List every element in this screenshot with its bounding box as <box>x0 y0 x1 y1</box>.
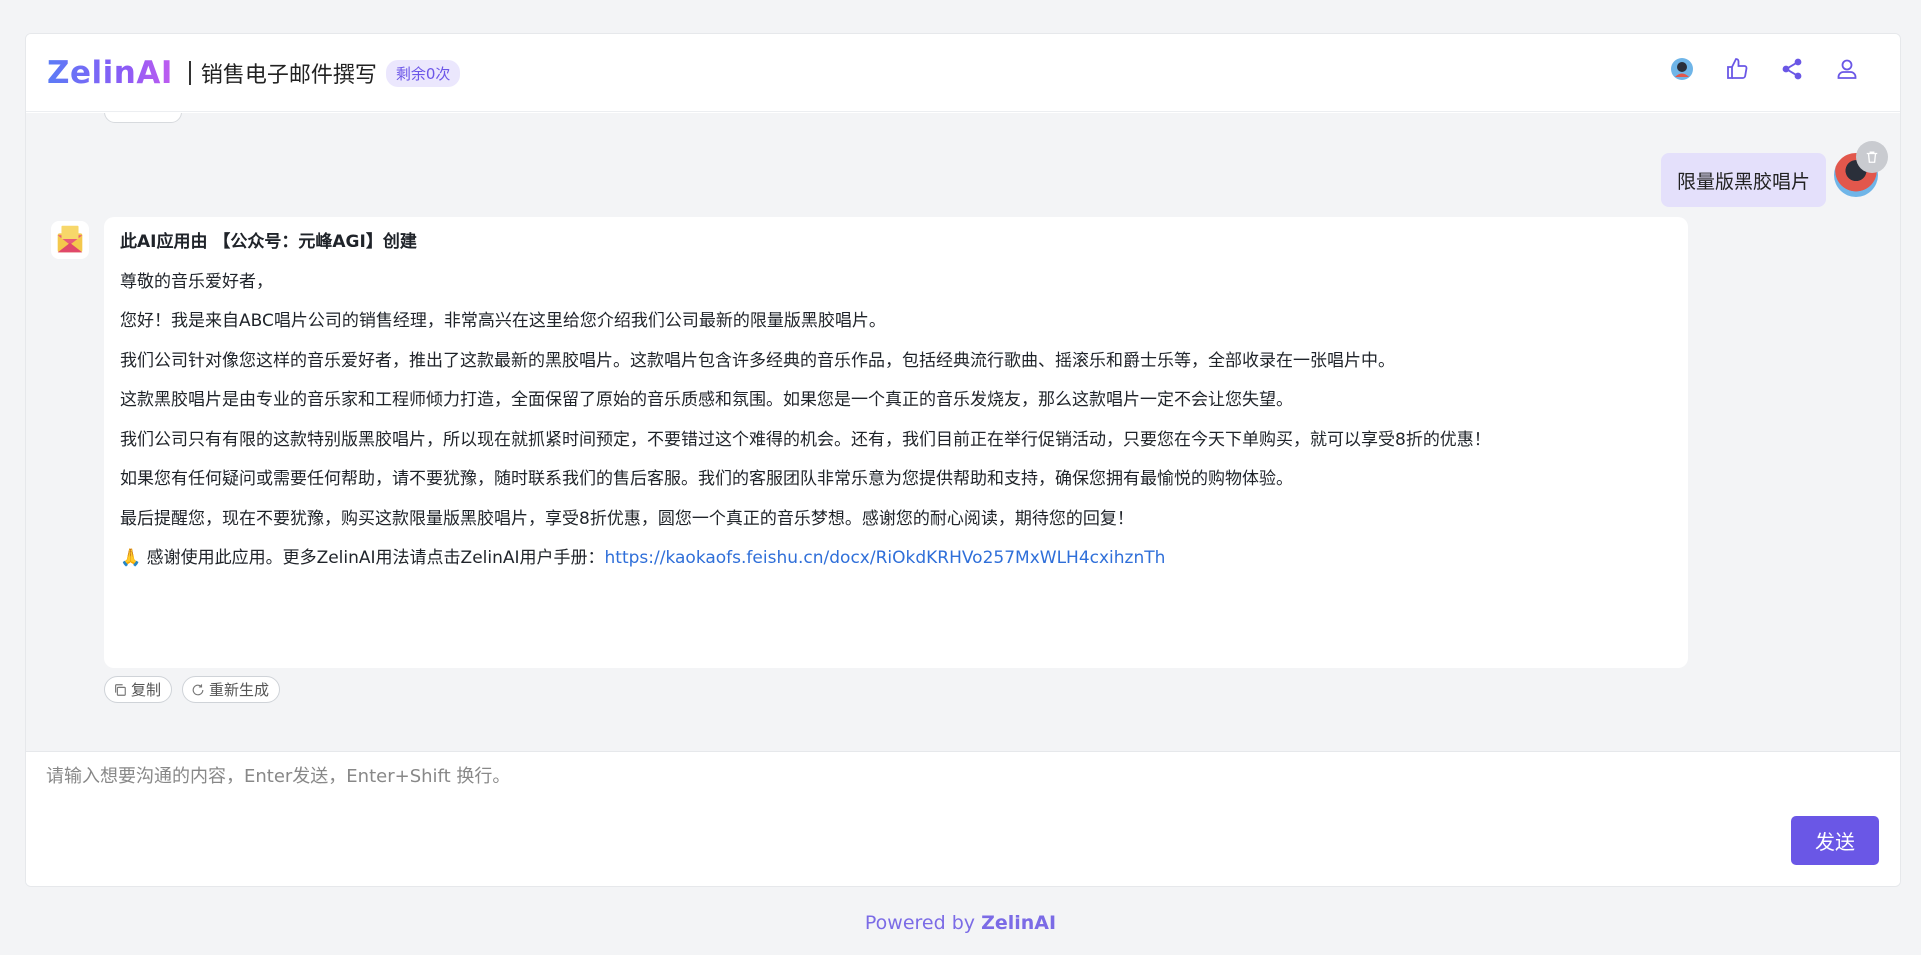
message-actions: 复制 重新生成 <box>104 676 281 703</box>
bot-message-footer: 🙏 感谢使用此应用。更多ZelinAI用法请点击ZelinAI用户手册：http… <box>120 547 1672 569</box>
footer-brand[interactable]: ZelinAI <box>981 912 1056 934</box>
quota-badge: 剩余0次 <box>385 60 461 87</box>
share-button[interactable] <box>1779 56 1805 82</box>
user-profile-button[interactable] <box>1834 56 1860 82</box>
bot-message-paragraph: 这款黑胶唱片是由专业的音乐家和工程师倾力打造，全面保留了原始的音乐质感和氛围。如… <box>120 390 1293 410</box>
app-title: 销售电子邮件撰写 <box>200 62 377 88</box>
app-header: ZelinAI 销售电子邮件撰写 剩余0次 <box>26 34 1900 112</box>
bot-message-paragraph: 我们公司只有有限的这款特别版黑胶唱片，所以现在就抓紧时间预定，不要错过这个难得的… <box>120 429 1491 450</box>
bot-message-paragraph: 您好！我是来自ABC唱片公司的销售经理，非常高兴在这里给您介绍我们公司最新的限量… <box>120 311 886 331</box>
copy-icon <box>115 683 126 696</box>
regenerate-label: 重新生成 <box>209 681 270 699</box>
copy-button[interactable]: 复制 <box>104 676 173 703</box>
input-area: 发送 <box>26 751 1900 886</box>
avatar-icon <box>1671 58 1693 80</box>
bot-avatar <box>51 221 89 259</box>
regenerate-button[interactable]: 重新生成 <box>182 676 281 703</box>
chat-area[interactable]: 限量版黑胶唱片 此AI应用由 【公众号：元峰AGI】创建 尊敬的音乐爱好者， 您… <box>26 113 1900 751</box>
manual-link[interactable]: https://kaokaofs.feishu.cn/docx/RiOkdKRH… <box>605 548 1166 568</box>
user-message-bubble: 限量版黑胶唱片 <box>1660 153 1826 207</box>
copy-label: 复制 <box>131 681 162 699</box>
bot-message-bubble: 此AI应用由 【公众号：元峰AGI】创建 尊敬的音乐爱好者， 您好！我是来自AB… <box>104 217 1688 668</box>
header-divider <box>188 60 191 85</box>
send-button[interactable]: 发送 <box>1791 816 1879 865</box>
trash-icon <box>1866 151 1878 163</box>
message-input[interactable] <box>46 762 1806 842</box>
zelinai-logo[interactable]: ZelinAI <box>47 55 173 91</box>
footer-text: 感谢使用此应用。更多ZelinAI用法请点击ZelinAI用户手册： <box>146 548 605 568</box>
header-actions <box>1669 56 1860 82</box>
like-button[interactable] <box>1724 56 1750 82</box>
bot-message-paragraph: 最后提醒您，现在不要犹豫，购买这款限量版黑胶唱片，享受8折优惠，圆您一个真正的音… <box>120 508 1134 529</box>
header-avatar[interactable] <box>1669 56 1695 82</box>
mail-icon <box>57 225 83 253</box>
powered-by-text: Powered by <box>864 912 982 934</box>
bot-message-paragraph: 尊敬的音乐爱好者， <box>120 271 273 292</box>
user-message-row: 限量版黑胶唱片 <box>1500 141 1900 207</box>
powered-by-footer: Powered by ZelinAI <box>0 912 1921 934</box>
share-icon <box>1782 58 1802 80</box>
bot-message-header: 此AI应用由 【公众号：元峰AGI】创建 <box>120 232 417 252</box>
bot-message-paragraph: 我们公司针对像您这样的音乐爱好者，推出了这款最新的黑胶唱片。这款唱片包含许多经典… <box>120 350 1395 371</box>
refresh-icon <box>192 683 204 695</box>
previous-message-action[interactable] <box>104 113 182 123</box>
delete-message-button[interactable] <box>1856 141 1888 173</box>
user-icon <box>1837 59 1857 79</box>
main-card: ZelinAI 销售电子邮件撰写 剩余0次 限量版黑胶唱片 此AI应用由 【公众… <box>25 33 1901 887</box>
praying-hands-icon: 🙏 <box>120 548 142 568</box>
thumbs-up-icon <box>1727 58 1748 79</box>
bot-message-paragraph: 如果您有任何疑问或需要任何帮助，请不要犹豫，随时联系我们的售后客服。我们的客服团… <box>120 469 1293 489</box>
